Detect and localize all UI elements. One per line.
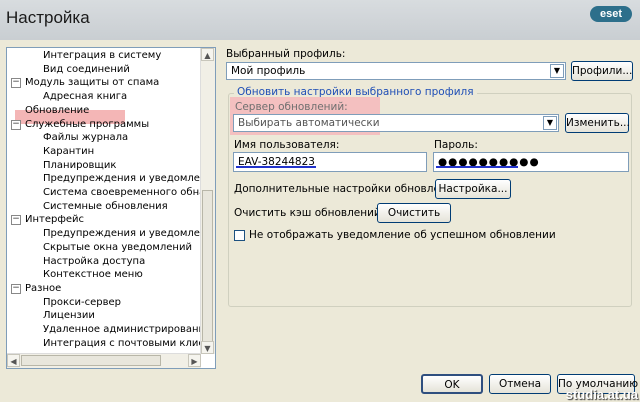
horizontal-scroll-thumb[interactable] xyxy=(21,355,161,366)
tree-item-label: Система своевременного обнаружен xyxy=(43,187,215,198)
profile-label: Выбранный профиль: xyxy=(226,48,346,60)
vertical-scroll-thumb[interactable] xyxy=(202,190,213,350)
update-server-value: Выбирать автоматически xyxy=(238,117,380,129)
tree-horizontal-scrollbar[interactable]: ◀ ▶ xyxy=(7,353,201,368)
tree-item-label: Планировщик xyxy=(43,159,117,171)
profiles-button[interactable]: Профили... xyxy=(571,61,633,81)
hide-success-notification-checkbox[interactable] xyxy=(234,230,245,241)
tree-item-label: Лицензии xyxy=(43,310,95,322)
tree-item-label: Адресная книга xyxy=(43,91,128,103)
tree-item-label: Вид соединений xyxy=(43,63,130,75)
tree-item-label: Интеграция с почтовыми клиентами xyxy=(43,337,215,349)
password-label: Пароль: xyxy=(434,139,478,151)
tree-item-label: Модуль защиты от спама xyxy=(25,77,160,89)
password-input[interactable]: ●●●●●●●●●● xyxy=(433,152,629,172)
tree-item-label: Настройка доступа xyxy=(43,255,146,267)
tree-item-label: Контекстное меню xyxy=(43,269,143,281)
tree-item-label: Предупреждения и уведомления xyxy=(43,228,216,240)
tree-item-label: Карантин xyxy=(43,145,95,157)
username-input[interactable]: EAV-38244823 xyxy=(233,152,427,172)
scroll-left-arrow-icon[interactable]: ◀ xyxy=(7,354,20,367)
chevron-down-icon[interactable]: ▼ xyxy=(543,116,557,130)
advanced-settings-label: Дополнительные настройки обновления: xyxy=(234,183,464,195)
scroll-down-arrow-icon[interactable]: ▼ xyxy=(201,341,214,354)
title-bar: Настройка eset xyxy=(0,0,640,40)
minus-expander-icon[interactable]: − xyxy=(11,119,21,130)
tree-item-label: Прокси-сервер xyxy=(43,296,122,308)
tree-item-label: Интерфейс xyxy=(25,214,85,226)
tree-item-label: Системные обновления xyxy=(43,200,168,212)
update-server-select[interactable]: Выбирать автоматически ▼ xyxy=(233,114,559,132)
username-underline xyxy=(236,166,316,168)
minus-expander-icon[interactable]: − xyxy=(11,283,21,294)
profile-select[interactable]: Мой профиль ▼ xyxy=(226,62,566,80)
ok-button[interactable]: OK xyxy=(421,374,483,394)
tree-item-label: Удаленное администрирование xyxy=(43,324,212,335)
change-server-button[interactable]: Изменить... xyxy=(565,113,630,133)
watermark: studia.at.ua xyxy=(565,387,638,402)
scroll-up-arrow-icon[interactable]: ▲ xyxy=(201,48,214,61)
tree-item-label: Обновление xyxy=(25,104,90,116)
profile-value: Мой профиль xyxy=(231,65,306,77)
minus-expander-icon[interactable]: − xyxy=(11,215,21,226)
scroll-right-arrow-icon[interactable]: ▶ xyxy=(188,354,201,367)
server-label: Сервер обновлений: xyxy=(235,101,348,113)
clear-cache-label: Очистить кэш обновлений: xyxy=(234,207,385,219)
tree-item-label: Предупреждения и уведомления xyxy=(43,173,216,185)
tree-bullet-icon xyxy=(11,106,19,114)
chevron-down-icon[interactable]: ▼ xyxy=(550,64,564,78)
tree-item-label: Служебные программы xyxy=(25,118,150,130)
tree-vertical-scrollbar[interactable]: ▲ ▼ xyxy=(200,48,215,354)
eset-logo: eset xyxy=(590,6,632,22)
hide-success-notification-label: Не отображать уведомление об успешном об… xyxy=(249,229,556,241)
advanced-settings-button[interactable]: Настройка... xyxy=(435,179,511,199)
tree-item-label: Скрытые окна уведомлений xyxy=(43,241,192,253)
tree-item-label: Разное xyxy=(25,282,62,294)
settings-dialog: Интеграция в систему Вид соединений − Модул… xyxy=(0,40,640,402)
tree-item-label: Интеграция в систему xyxy=(43,50,162,61)
settings-tree[interactable]: Интеграция в систему Вид соединений − Модул… xyxy=(6,47,216,369)
tree-item-label: Файлы журнала xyxy=(43,132,129,144)
password-underline xyxy=(436,166,518,168)
window-title: Настройка xyxy=(6,8,90,27)
clear-cache-button[interactable]: Очистить xyxy=(377,203,451,223)
minus-expander-icon[interactable]: − xyxy=(11,78,21,89)
cancel-button[interactable]: Отмена xyxy=(489,374,551,394)
username-label: Имя пользователя: xyxy=(234,139,340,151)
